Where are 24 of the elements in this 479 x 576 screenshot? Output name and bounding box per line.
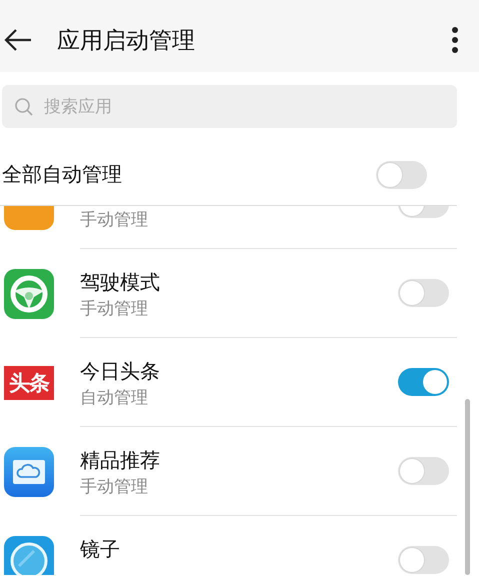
more-menu-icon[interactable] bbox=[451, 27, 459, 53]
cloud-folder-icon bbox=[4, 446, 54, 496]
app-name: 今日头条 bbox=[80, 358, 160, 384]
app-name: 驾驶模式 bbox=[80, 269, 160, 295]
app-status: 自动管理 bbox=[80, 387, 148, 410]
back-icon[interactable] bbox=[4, 28, 32, 52]
toggle-switch[interactable] bbox=[398, 546, 449, 574]
scrollbar[interactable] bbox=[465, 399, 470, 575]
toggle-switch[interactable] bbox=[398, 368, 449, 396]
app-status: 手动管理 bbox=[80, 476, 148, 499]
mirror-icon bbox=[4, 536, 54, 575]
toggle-switch[interactable] bbox=[398, 279, 449, 307]
toggle-switch[interactable] bbox=[398, 457, 449, 485]
steering-wheel-icon bbox=[4, 268, 54, 318]
app-name: 镜子 bbox=[80, 536, 120, 562]
search-field[interactable]: 搜索应用 bbox=[2, 85, 457, 128]
app-logo: 头条 bbox=[4, 366, 54, 400]
app-name: 精品推荐 bbox=[80, 447, 160, 473]
app-status: 手动管理 bbox=[80, 298, 148, 321]
page-title: 应用启动管理 bbox=[57, 26, 196, 56]
setting-label: 全部自动管理 bbox=[2, 161, 123, 188]
search-icon bbox=[14, 97, 34, 117]
toggle-switch[interactable] bbox=[376, 160, 427, 188]
app-status: 手动管理 bbox=[80, 209, 148, 232]
